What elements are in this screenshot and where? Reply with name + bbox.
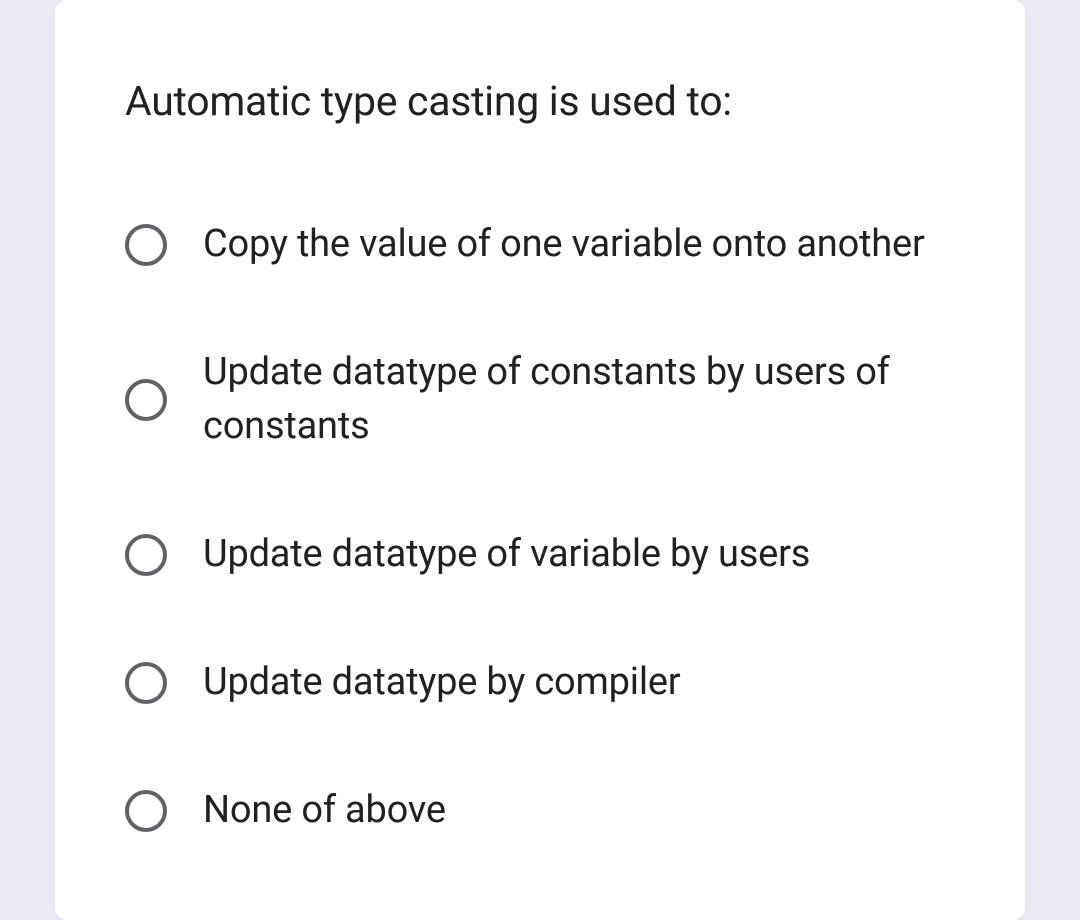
option-label: Copy the value of one variable onto anot… xyxy=(203,218,925,272)
option-label: Update datatype of constants by users of… xyxy=(203,346,955,454)
option-label: Update datatype by compiler xyxy=(203,656,681,710)
radio-icon xyxy=(125,224,167,266)
option-row[interactable]: None of above xyxy=(125,784,955,838)
radio-icon xyxy=(125,662,167,704)
option-row[interactable]: Copy the value of one variable onto anot… xyxy=(125,218,955,272)
option-row[interactable]: Update datatype of variable by users xyxy=(125,528,955,582)
question-card: Automatic type casting is used to: Copy … xyxy=(55,0,1025,920)
options-list: Copy the value of one variable onto anot… xyxy=(125,218,955,838)
radio-icon xyxy=(125,534,167,576)
radio-icon xyxy=(125,379,167,421)
radio-icon xyxy=(125,790,167,832)
question-text: Automatic type casting is used to: xyxy=(125,75,955,130)
option-row[interactable]: Update datatype of constants by users of… xyxy=(125,346,955,454)
option-label: Update datatype of variable by users xyxy=(203,528,810,582)
option-row[interactable]: Update datatype by compiler xyxy=(125,656,955,710)
option-label: None of above xyxy=(203,784,446,838)
